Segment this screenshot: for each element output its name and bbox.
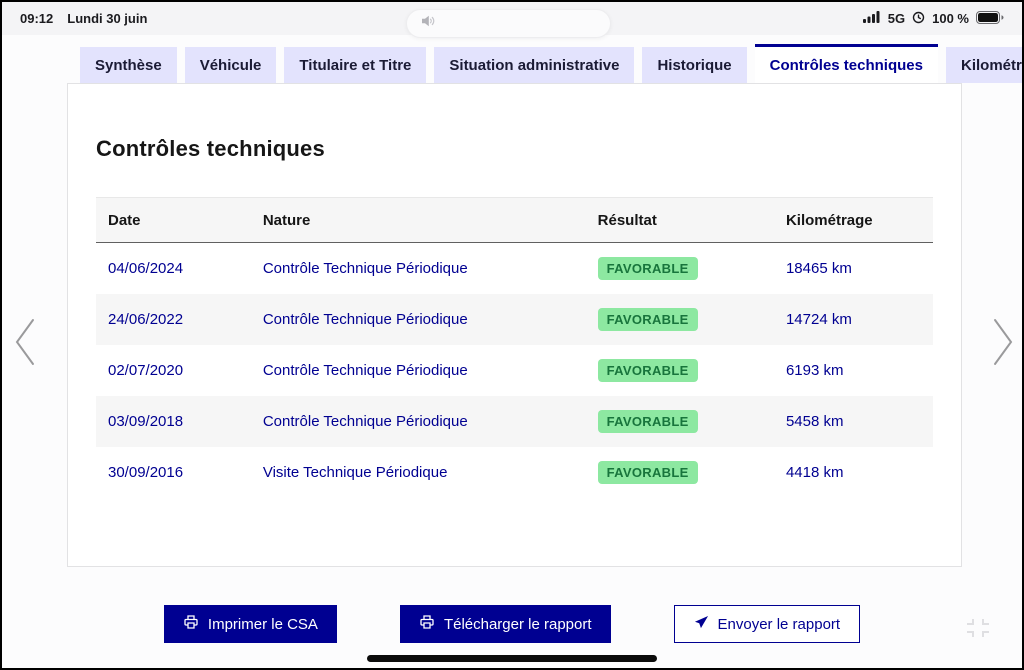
tab-historique[interactable]: Historique (642, 47, 746, 83)
battery-percent-label: 100 % (932, 11, 969, 26)
tab-label: Contrôles techniques (770, 57, 923, 74)
table-header-row: Date Nature Résultat Kilométrage (96, 198, 933, 243)
signal-bars-icon (863, 11, 881, 26)
cell-date: 02/07/2020 (96, 345, 251, 396)
tab-label: Titulaire et Titre (299, 57, 411, 74)
table-row: 03/09/2018 Contrôle Technique Périodique… (96, 396, 933, 447)
tab-bar: Synthèse Véhicule Titulaire et Titre Sit… (80, 44, 1024, 83)
action-buttons-row: Imprimer le CSA Télécharger le rapport E… (2, 605, 1022, 643)
cell-nature: Contrôle Technique Périodique (251, 243, 586, 295)
col-header-nature: Nature (251, 198, 586, 243)
cell-resultat: FAVORABLE (586, 345, 774, 396)
status-date: Lundi 30 juin (67, 11, 147, 26)
table-row: 02/07/2020 Contrôle Technique Périodique… (96, 345, 933, 396)
download-report-button[interactable]: Télécharger le rapport (400, 605, 611, 643)
tab-label: Synthèse (95, 57, 162, 74)
cell-kilometrage: 18465 km (774, 243, 933, 295)
status-badge: FAVORABLE (598, 308, 698, 331)
col-header-resultat: Résultat (586, 198, 774, 243)
tab-label: Véhicule (200, 57, 262, 74)
status-badge: FAVORABLE (598, 359, 698, 382)
battery-icon (976, 11, 1004, 27)
inspections-table: Date Nature Résultat Kilométrage 04/06/2… (96, 197, 933, 498)
col-header-kilometrage: Kilométrage (774, 198, 933, 243)
cell-kilometrage: 5458 km (774, 396, 933, 447)
button-label: Imprimer le CSA (208, 616, 318, 633)
print-csa-button[interactable]: Imprimer le CSA (164, 605, 337, 643)
cell-resultat: FAVORABLE (586, 396, 774, 447)
cell-nature: Contrôle Technique Périodique (251, 345, 586, 396)
tab-label: Situation administrative (449, 57, 619, 74)
paper-plane-icon (694, 615, 709, 634)
cell-date: 03/09/2018 (96, 396, 251, 447)
status-badge: FAVORABLE (598, 410, 698, 433)
cell-nature: Contrôle Technique Périodique (251, 294, 586, 345)
table-row: 04/06/2024 Contrôle Technique Périodique… (96, 243, 933, 295)
printer-icon (419, 614, 435, 634)
tab-kilometrage[interactable]: Kilométrage (946, 47, 1024, 83)
fullscreen-corners-icon (958, 611, 998, 650)
inspections-table-wrap: Date Nature Résultat Kilométrage 04/06/2… (96, 197, 933, 498)
ipad-screen: 09:12 Lundi 30 juin 5G 100 % (0, 0, 1024, 670)
button-label: Télécharger le rapport (444, 616, 592, 633)
cell-kilometrage: 4418 km (774, 447, 933, 498)
tab-controles-techniques[interactable]: Contrôles techniques (755, 44, 938, 83)
table-row: 30/09/2016 Visite Technique Périodique F… (96, 447, 933, 498)
speaker-icon (421, 14, 438, 33)
status-badge: FAVORABLE (598, 461, 698, 484)
network-type-label: 5G (888, 11, 905, 26)
tab-label: Historique (657, 57, 731, 74)
send-report-button[interactable]: Envoyer le rapport (674, 605, 861, 643)
home-indicator[interactable] (367, 655, 657, 662)
cell-resultat: FAVORABLE (586, 447, 774, 498)
tab-situation-administrative[interactable]: Situation administrative (434, 47, 634, 83)
cell-nature: Contrôle Technique Périodique (251, 396, 586, 447)
cell-kilometrage: 6193 km (774, 345, 933, 396)
volume-hud (406, 9, 611, 38)
cell-date: 30/09/2016 (96, 447, 251, 498)
content-panel: Contrôles techniques Date Nature Résulta… (67, 83, 962, 567)
col-header-date: Date (96, 198, 251, 243)
status-time: 09:12 (20, 11, 53, 26)
table-row: 24/06/2022 Contrôle Technique Périodique… (96, 294, 933, 345)
button-label: Envoyer le rapport (718, 616, 841, 633)
tab-synthese[interactable]: Synthèse (80, 47, 177, 83)
tab-titulaire-et-titre[interactable]: Titulaire et Titre (284, 47, 426, 83)
printer-icon (183, 614, 199, 634)
cell-nature: Visite Technique Périodique (251, 447, 586, 498)
cell-resultat: FAVORABLE (586, 243, 774, 295)
tab-vehicule[interactable]: Véhicule (185, 47, 277, 83)
cell-date: 04/06/2024 (96, 243, 251, 295)
status-badge: FAVORABLE (598, 257, 698, 280)
chevron-right-icon[interactable] (988, 316, 1018, 373)
tab-label: Kilométrage (961, 57, 1024, 74)
page-title: Contrôles techniques (96, 136, 961, 162)
cell-resultat: FAVORABLE (586, 294, 774, 345)
rotation-lock-icon (912, 11, 925, 27)
cell-kilometrage: 14724 km (774, 294, 933, 345)
cell-date: 24/06/2022 (96, 294, 251, 345)
chevron-left-icon[interactable] (10, 316, 40, 373)
